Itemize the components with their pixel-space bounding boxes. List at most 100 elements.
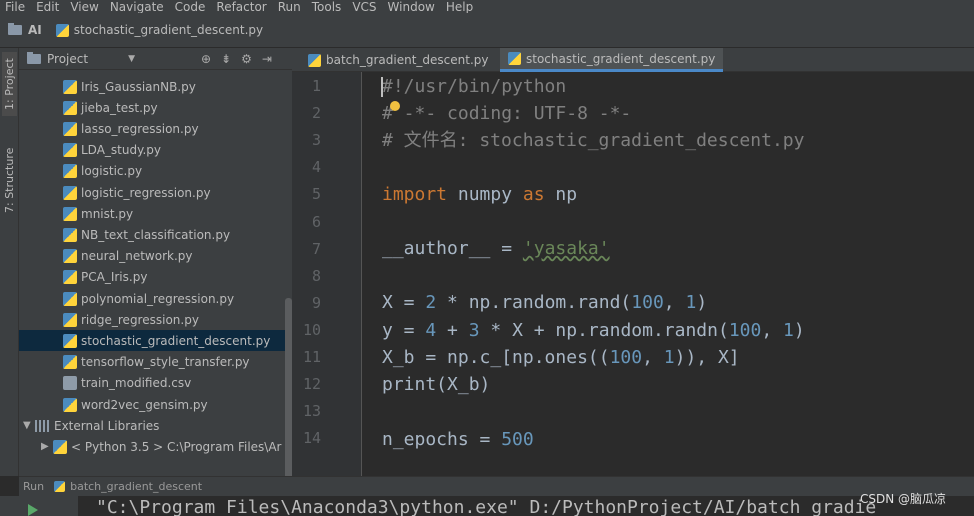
external-libraries-label: External Libraries — [54, 418, 160, 433]
file-tree-item[interactable]: train_modified.csv — [19, 373, 285, 394]
file-tree-label: stochastic_gradient_descent.py — [81, 333, 271, 348]
breadcrumb-project[interactable]: AI — [0, 23, 42, 37]
project-panel-title[interactable]: Project — [47, 52, 88, 66]
file-tree-label: lasso_regression.py — [81, 121, 199, 136]
menu-view[interactable]: View — [70, 1, 98, 13]
file-tree-label: neural_network.py — [81, 249, 193, 264]
menu-tools[interactable]: Tools — [312, 1, 342, 13]
python-sdk-node[interactable]: ▶ < Python 3.5 > C:\Program Files\Ar — [19, 436, 285, 457]
gear-icon[interactable]: ⚙ — [241, 52, 252, 66]
chevron-right-icon[interactable]: ▶ — [41, 441, 53, 452]
breadcrumb-project-label: AI — [28, 23, 42, 37]
external-libraries-node[interactable]: ▼ External Libraries — [19, 415, 285, 436]
file-tree-label: NB_text_classification.py — [81, 227, 231, 242]
file-tree-item[interactable]: ridge_regression.py — [19, 309, 285, 330]
code-text: , — [642, 347, 664, 368]
menu-edit[interactable]: Edit — [36, 1, 59, 13]
file-tree-item[interactable]: lasso_regression.py — [19, 118, 285, 139]
run-label[interactable]: Run — [23, 480, 44, 493]
tab-structure-tool[interactable]: 7: Structure — [2, 140, 17, 220]
python-file-icon — [63, 227, 77, 242]
file-tree-item[interactable]: polynomial_regression.py — [19, 288, 285, 309]
collapse-all-icon[interactable]: ⇟ — [221, 52, 231, 66]
lightbulb-icon[interactable] — [390, 101, 400, 111]
code-number: 100 — [631, 292, 664, 313]
code-text: ) — [696, 292, 708, 313]
code-number: 4 — [425, 320, 437, 341]
code-number: 1 — [783, 320, 794, 341]
tab-stochastic-gradient-descent[interactable]: stochastic_gradient_descent.py — [500, 48, 724, 72]
code-number: 2 — [425, 292, 437, 313]
file-tree-item[interactable]: PCA_Iris.py — [19, 267, 285, 288]
play-icon[interactable] — [28, 504, 38, 516]
run-toolbar — [0, 496, 78, 516]
file-tree-item[interactable]: tensorflow_style_transfer.py — [19, 352, 285, 373]
python-file-icon — [63, 312, 77, 327]
menu-vcs[interactable]: VCS — [352, 1, 376, 13]
file-tree-label: logistic_regression.py — [81, 185, 211, 200]
line-number: 3 — [311, 131, 321, 150]
file-tree-item[interactable]: Iris_GaussianNB.py — [19, 76, 285, 97]
code-text: X_b = np.c_[np.ones(( — [382, 347, 610, 368]
menu-window[interactable]: Window — [388, 1, 435, 13]
code-number: 100 — [728, 320, 762, 341]
code-text: * X + np.random.randn( — [479, 320, 729, 341]
file-tree-label: ridge_regression.py — [81, 312, 199, 327]
file-tree-item[interactable]: logistic.py — [19, 161, 285, 182]
navigation-bar: AI stochastic_gradient_descent.py — [0, 13, 974, 48]
line-number-gutter: 1 2 3 4 5 6 7 8 9 10 11 12 13 14 — [292, 72, 362, 476]
hide-icon[interactable]: ⇥ — [262, 52, 272, 66]
python-file-icon — [63, 79, 77, 94]
file-tree-item[interactable]: mnist.py — [19, 203, 285, 224]
tab-project-tool[interactable]: 1: Project — [2, 52, 17, 116]
python-file-icon — [63, 249, 77, 264]
file-tree-item[interactable]: logistic_regression.py — [19, 182, 285, 203]
file-tree-item[interactable]: stochastic_gradient_descent.py — [19, 330, 285, 352]
file-tree-label: mnist.py — [81, 206, 134, 221]
tab-label: stochastic_gradient_descent.py — [526, 51, 716, 66]
menu-help[interactable]: Help — [446, 1, 473, 13]
editor-tab-bar: batch_gradient_descent.py × stochastic_g… — [292, 48, 974, 72]
file-tree-item[interactable]: NB_text_classification.py — [19, 224, 285, 245]
code-line-3: # 文件名: stochastic_gradient_descent.py — [382, 130, 804, 152]
python-file-icon — [63, 355, 77, 370]
menu-refactor[interactable]: Refactor — [216, 1, 266, 13]
breadcrumb-file[interactable]: stochastic_gradient_descent.py — [55, 23, 263, 37]
menu-file[interactable]: File — [5, 1, 25, 13]
menu-code[interactable]: Code — [175, 1, 206, 13]
code-text: , — [663, 292, 686, 313]
code-comment: #!/usr/bin/python — [382, 76, 567, 97]
code-line-11: X_b = np.c_[np.ones((100, 1)), X] — [382, 347, 740, 369]
file-tree-label: tensorflow_style_transfer.py — [81, 355, 250, 370]
python-sdk-label: < Python 3.5 > C:\Program Files\Ar — [71, 439, 282, 454]
file-tree-label: LDA_study.py — [81, 143, 162, 158]
code-editor[interactable]: #!/usr/bin/python # -*- coding: UTF-8 -*… — [363, 72, 974, 476]
file-tree-item[interactable]: LDA_study.py — [19, 140, 285, 161]
chevron-down-icon[interactable]: ▼ — [128, 54, 135, 64]
file-tree-item[interactable]: neural_network.py — [19, 246, 285, 267]
code-keyword: as — [522, 184, 545, 205]
file-tree-item[interactable]: jieba_test.py — [19, 97, 285, 118]
code-line-12: print(X_b) — [382, 374, 491, 395]
project-tree: Iris_GaussianNB.py jieba_test.py lasso_reg… — [19, 70, 285, 476]
text-cursor — [381, 77, 383, 97]
menu-navigate[interactable]: Navigate — [110, 1, 164, 13]
code-number: 1 — [685, 292, 697, 313]
locate-icon[interactable]: ⊕ — [201, 52, 211, 66]
library-icon — [35, 419, 49, 432]
tab-batch-gradient-descent[interactable]: batch_gradient_descent.py × — [300, 48, 517, 72]
run-config-label[interactable]: batch_gradient_descent — [70, 480, 202, 493]
file-tree-label: polynomial_regression.py — [81, 291, 235, 306]
menu-bar: File Edit View Navigate Code Refactor Ru… — [0, 0, 974, 13]
code-line-9: X = 2 * np.random.rand(100, 1) — [382, 292, 707, 314]
python-file-icon — [63, 143, 77, 158]
code-text: __author__ = — [382, 238, 523, 259]
code-text: * np.random.rand( — [436, 292, 632, 313]
code-line-5: import numpy as np — [382, 184, 577, 206]
file-tree-label: train_modified.csv — [81, 376, 192, 391]
chevron-down-icon[interactable]: ▼ — [23, 420, 35, 431]
menu-run[interactable]: Run — [278, 1, 301, 13]
code-line-2: # -*- coding: UTF-8 -*- — [382, 103, 631, 125]
line-number: 10 — [302, 320, 321, 339]
file-tree-item[interactable]: word2vec_gensim.py — [19, 394, 285, 415]
